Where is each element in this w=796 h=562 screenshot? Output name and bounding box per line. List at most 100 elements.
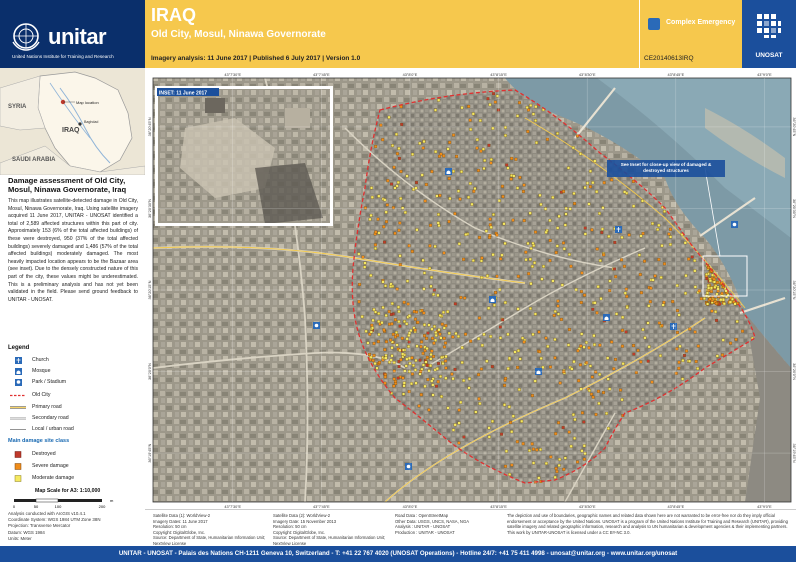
damage-site [598, 211, 601, 215]
damage-site [622, 264, 626, 268]
damage-site [434, 338, 437, 342]
damage-site [437, 224, 441, 228]
damage-site [375, 366, 379, 370]
damage-site [473, 187, 477, 191]
damage-site [583, 232, 587, 236]
damage-site [651, 222, 655, 226]
damage-site [693, 285, 697, 289]
damage-site [647, 304, 651, 308]
damage-site [412, 364, 415, 367]
inset-label: INSET: 11 June 2017 [159, 90, 207, 96]
damage-site [714, 302, 718, 306]
damage-site [453, 302, 457, 306]
damage-site [417, 404, 421, 408]
damage-site [587, 346, 591, 350]
damage-site [613, 267, 616, 271]
damage-site [407, 314, 411, 318]
legend-old-city: Old City [8, 391, 138, 400]
damage-site [572, 360, 576, 364]
damage-site [443, 345, 446, 349]
damage-site [363, 261, 367, 265]
damage-site [430, 349, 434, 353]
legend-label: Park / Stadium [32, 379, 67, 385]
damage-site [524, 250, 528, 254]
damage-site [706, 266, 710, 270]
damage-site [528, 449, 531, 452]
damage-site [430, 327, 434, 331]
damage-site [583, 293, 587, 297]
damage-site [637, 253, 641, 257]
damage-site [588, 169, 592, 173]
damage-site [620, 328, 624, 332]
damage-site [388, 322, 391, 326]
damage-site [401, 376, 405, 380]
damage-site [561, 426, 565, 430]
damage-site [391, 144, 395, 148]
damage-site [538, 350, 542, 354]
damage-site [357, 300, 361, 304]
damage-site [459, 400, 463, 404]
damage-site [516, 307, 520, 311]
damage-site [507, 405, 511, 409]
damage-site [614, 275, 618, 279]
damage-site [583, 226, 587, 230]
damage-site [395, 152, 399, 156]
damage-site [583, 186, 587, 190]
damage-site [429, 223, 433, 227]
damage-site [623, 190, 627, 194]
latitude-tick-label: 36°20'15"N [148, 280, 152, 299]
longitude-tick-label: 43°9'0"E [757, 73, 772, 77]
damage-site [526, 241, 530, 245]
damage-site [588, 364, 592, 368]
damage-site [620, 344, 624, 348]
damage-site [403, 369, 407, 373]
primary-road-symbol [10, 406, 26, 409]
damage-site [573, 436, 577, 440]
damage-site [613, 240, 617, 244]
damage-site [615, 312, 619, 316]
damage-site [601, 206, 605, 210]
damage-site [585, 361, 589, 365]
damage-site [416, 320, 420, 324]
damage-site [605, 411, 609, 415]
damage-site [606, 426, 610, 430]
damage-site [429, 353, 433, 357]
damage-site [371, 358, 375, 362]
damage-site [470, 202, 474, 206]
damage-site [413, 368, 417, 372]
damage-site [491, 253, 495, 257]
damage-site [568, 207, 572, 211]
damage-site [457, 189, 460, 193]
damage-site [685, 349, 689, 353]
locator-label-baghdad: Baghdad [84, 120, 98, 124]
damage-site [555, 244, 559, 248]
damage-site [659, 276, 663, 279]
damage-site [511, 218, 515, 222]
damage-site [496, 108, 500, 112]
damage-site [425, 355, 429, 359]
damage-site [623, 291, 627, 295]
damage-site [421, 363, 425, 367]
damage-site [710, 309, 714, 313]
damage-site [530, 264, 534, 268]
damage-site [397, 310, 401, 313]
damage-site [389, 285, 393, 288]
damage-site [383, 240, 386, 244]
damage-site [677, 360, 681, 364]
damage-site [579, 387, 583, 391]
damage-site [648, 300, 652, 304]
damage-site [429, 284, 433, 288]
damage-site [434, 331, 438, 334]
damage-site [529, 246, 533, 250]
damage-site [407, 345, 411, 348]
damage-site [401, 352, 405, 356]
imagery-inset: INSET: 11 June 2017 [155, 86, 333, 226]
damage-site [427, 408, 431, 412]
damage-site [539, 356, 543, 360]
damage-site [567, 430, 571, 434]
damage-site [684, 291, 687, 295]
damage-site [489, 225, 493, 229]
damage-site [522, 183, 526, 187]
damage-site [453, 367, 457, 371]
damage-site [596, 285, 600, 289]
